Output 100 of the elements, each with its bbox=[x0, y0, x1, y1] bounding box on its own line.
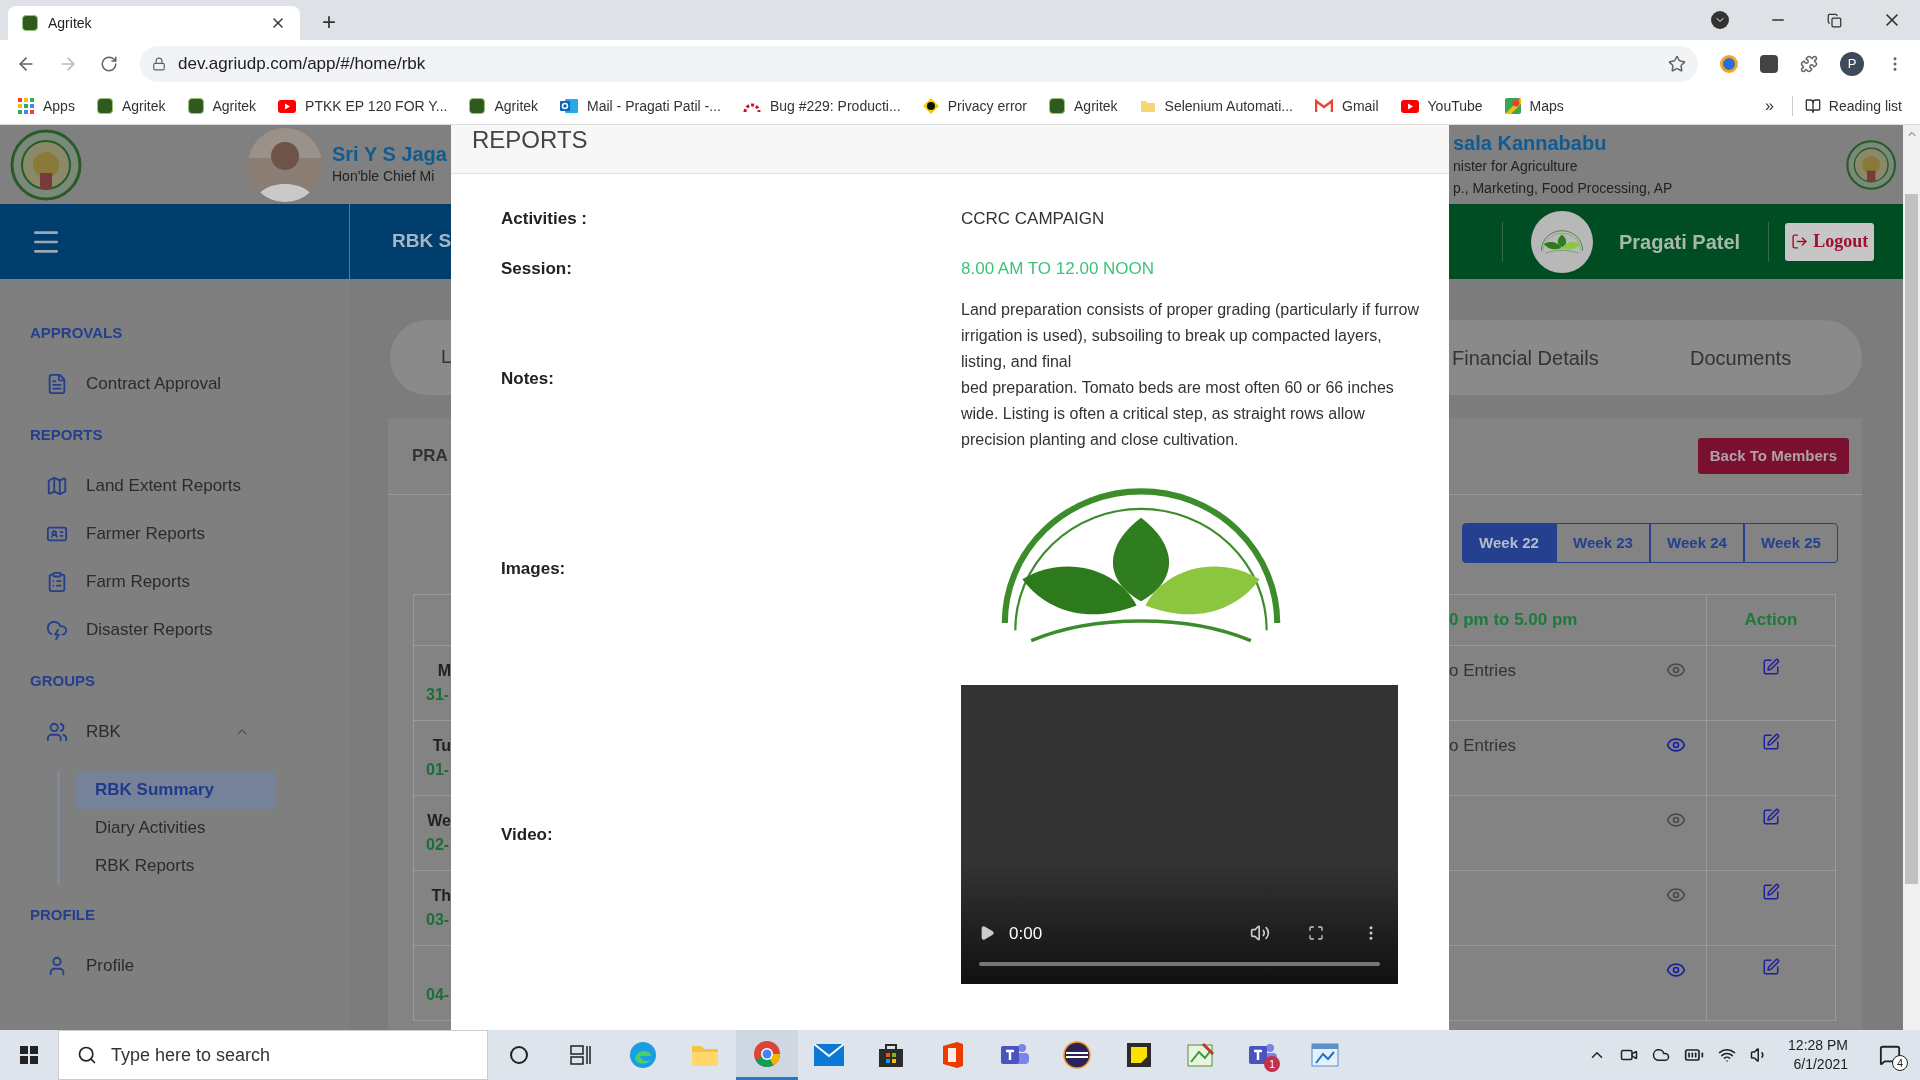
play-logo-icon bbox=[1400, 99, 1419, 113]
tab-label[interactable]: L bbox=[441, 343, 451, 372]
sticky-note-icon bbox=[1127, 1043, 1151, 1067]
session-value: 8.00 AM TO 12.00 NOON bbox=[961, 257, 1156, 280]
section-heading: PROFILE bbox=[29, 904, 96, 925]
user-name: Pragati Patel bbox=[1619, 229, 1741, 255]
wifi-icon[interactable] bbox=[1718, 1046, 1737, 1064]
mail-logo-icon bbox=[1315, 99, 1333, 113]
leaf-logo-icon bbox=[22, 15, 38, 31]
table-cell-text: Th bbox=[431, 886, 451, 906]
person-role: nister for Agriculture bbox=[1453, 156, 1579, 176]
bookmark-link[interactable]: Mail - Pragati Patil -... bbox=[560, 95, 721, 117]
fullscreen-icon[interactable] bbox=[1308, 925, 1324, 942]
tab-label[interactable]: Financial Details bbox=[1452, 342, 1690, 373]
clock[interactable]: 12:28 PM 6/1/2021 bbox=[1788, 1036, 1848, 1074]
video-time: 0:00 bbox=[1009, 922, 1044, 945]
bookmark-link[interactable]: Agritek bbox=[96, 95, 166, 117]
star-icon[interactable] bbox=[1668, 55, 1686, 73]
video-player[interactable]: 0:00 bbox=[961, 685, 1398, 984]
notification-icon bbox=[1879, 1044, 1901, 1066]
task-view-icon bbox=[570, 1045, 592, 1065]
extensions-icon[interactable] bbox=[1800, 55, 1818, 73]
edit-icon[interactable] bbox=[1762, 733, 1780, 751]
person-name: sala Kannababu bbox=[1453, 130, 1608, 155]
bookmark-link[interactable]: Privacy error bbox=[922, 95, 1027, 117]
tab-label[interactable]: Documents bbox=[1690, 342, 1792, 373]
page-title: RBK S bbox=[392, 229, 452, 254]
person-role: p., Marketing, Food Processing, AP bbox=[1453, 178, 1674, 198]
search-icon bbox=[77, 1045, 97, 1065]
field-label: Video: bbox=[501, 823, 554, 846]
submenu-item[interactable]: Diary Activities bbox=[76, 809, 276, 847]
table-cell-text: 03- bbox=[426, 910, 450, 930]
bookmark-link[interactable]: Maps bbox=[1504, 95, 1564, 117]
bookmark-link[interactable]: Bug #229: Producti... bbox=[742, 95, 901, 117]
logout-button[interactable]: Logout bbox=[1785, 222, 1875, 261]
sidebar-item[interactable]: Profile bbox=[0, 942, 350, 990]
bookmark-link[interactable]: YouTube bbox=[1400, 95, 1483, 117]
eye-icon[interactable] bbox=[1666, 735, 1686, 755]
taskbar-app[interactable]: 1 bbox=[1232, 1030, 1294, 1080]
browser-icon bbox=[753, 1039, 781, 1068]
week-tab[interactable]: Week 22 bbox=[1462, 523, 1556, 563]
bookmark-link[interactable]: PTKK EP 120 FOR Y... bbox=[278, 95, 448, 117]
table-cell-text: We bbox=[427, 811, 451, 831]
bookmark-link[interactable]: Selenium Automati... bbox=[1139, 95, 1293, 117]
volume-icon[interactable] bbox=[1250, 923, 1270, 944]
people-icon bbox=[46, 721, 68, 743]
sidebar-item[interactable]: Contract Approval bbox=[0, 360, 350, 408]
eye-icon[interactable] bbox=[1666, 960, 1686, 980]
field-label: Images: bbox=[501, 558, 567, 581]
bookmark-link[interactable]: Gmail bbox=[1315, 95, 1379, 117]
cloud-icon[interactable] bbox=[1652, 1046, 1671, 1064]
count-badge: 1 bbox=[1264, 1056, 1280, 1072]
more-bookmarks-button[interactable]: » bbox=[1764, 94, 1774, 118]
profile-avatar[interactable]: P bbox=[1840, 52, 1864, 76]
submenu-item[interactable]: RBK Reports bbox=[76, 847, 276, 885]
sidebar-item[interactable]: Farmer Reports bbox=[0, 510, 350, 558]
new-tab-button[interactable]: + bbox=[322, 10, 336, 34]
taskbar-search-field[interactable]: Type here to search bbox=[58, 1030, 488, 1080]
reload-icon[interactable] bbox=[100, 55, 118, 73]
sidebar-item[interactable]: Disaster Reports bbox=[0, 606, 350, 654]
extension-icon[interactable] bbox=[1720, 55, 1738, 73]
restore-icon[interactable] bbox=[1827, 12, 1842, 28]
edit-icon[interactable] bbox=[1762, 808, 1780, 826]
dialog-title: REPORTS bbox=[472, 125, 588, 155]
folder-icon bbox=[691, 1043, 719, 1067]
tab-search-button[interactable] bbox=[1711, 11, 1729, 29]
scrollbar[interactable] bbox=[1903, 125, 1920, 1030]
section-heading: GROUPS bbox=[29, 670, 96, 691]
storm-icon bbox=[46, 619, 68, 641]
field-label: Notes: bbox=[501, 368, 555, 391]
document-icon bbox=[46, 373, 68, 395]
field-label: Session: bbox=[501, 257, 573, 280]
sidebar-item[interactable]: RBK bbox=[0, 708, 350, 756]
table-cell-text: 02- bbox=[426, 835, 450, 855]
table-cell-text: o Entries bbox=[1449, 735, 1517, 757]
extension-icon[interactable] bbox=[1760, 55, 1778, 73]
reading-list-button[interactable]: Reading list bbox=[1804, 95, 1902, 117]
notes-text: bed preparation. Tomato beds are most often 60 or 66 inches wide. Listing is often a critical step, as straight rows allow precision planting and close cultivation. bbox=[961, 378, 1395, 450]
sidebar-item[interactable]: Farm Reports bbox=[0, 558, 350, 606]
play-icon[interactable] bbox=[979, 925, 995, 942]
table-cell-text: M bbox=[437, 661, 451, 681]
mail-logo-icon bbox=[560, 98, 579, 114]
apps-grid-icon bbox=[18, 98, 34, 114]
sidebar-item[interactable]: Land Extent Reports bbox=[0, 462, 350, 510]
address-field[interactable]: dev.agriudp.com/app/#/home/rbk bbox=[140, 46, 1698, 82]
url-text: dev.agriudp.com/app/#/home/rbk bbox=[178, 53, 427, 76]
bookmark-link[interactable]: Agritek bbox=[1049, 95, 1118, 117]
table-cell-text: 01- bbox=[426, 760, 450, 780]
bookmark-link[interactable]: Agritek bbox=[469, 95, 539, 117]
bookmark-link[interactable]: Agritek bbox=[187, 95, 257, 117]
notification-button[interactable]: 4 bbox=[1870, 1035, 1910, 1075]
back-to-members-button[interactable]: Back To Members bbox=[1697, 438, 1849, 474]
field-label: Activities : bbox=[501, 208, 588, 230]
lock-icon bbox=[152, 57, 166, 71]
edit-icon[interactable] bbox=[1762, 883, 1780, 901]
bookmark-link[interactable]: Apps bbox=[18, 95, 75, 117]
edit-icon[interactable] bbox=[1762, 658, 1780, 676]
windows-logo-icon bbox=[20, 1046, 38, 1064]
edit-icon[interactable] bbox=[1762, 958, 1780, 976]
browser-tab[interactable]: Agritek bbox=[8, 6, 300, 40]
